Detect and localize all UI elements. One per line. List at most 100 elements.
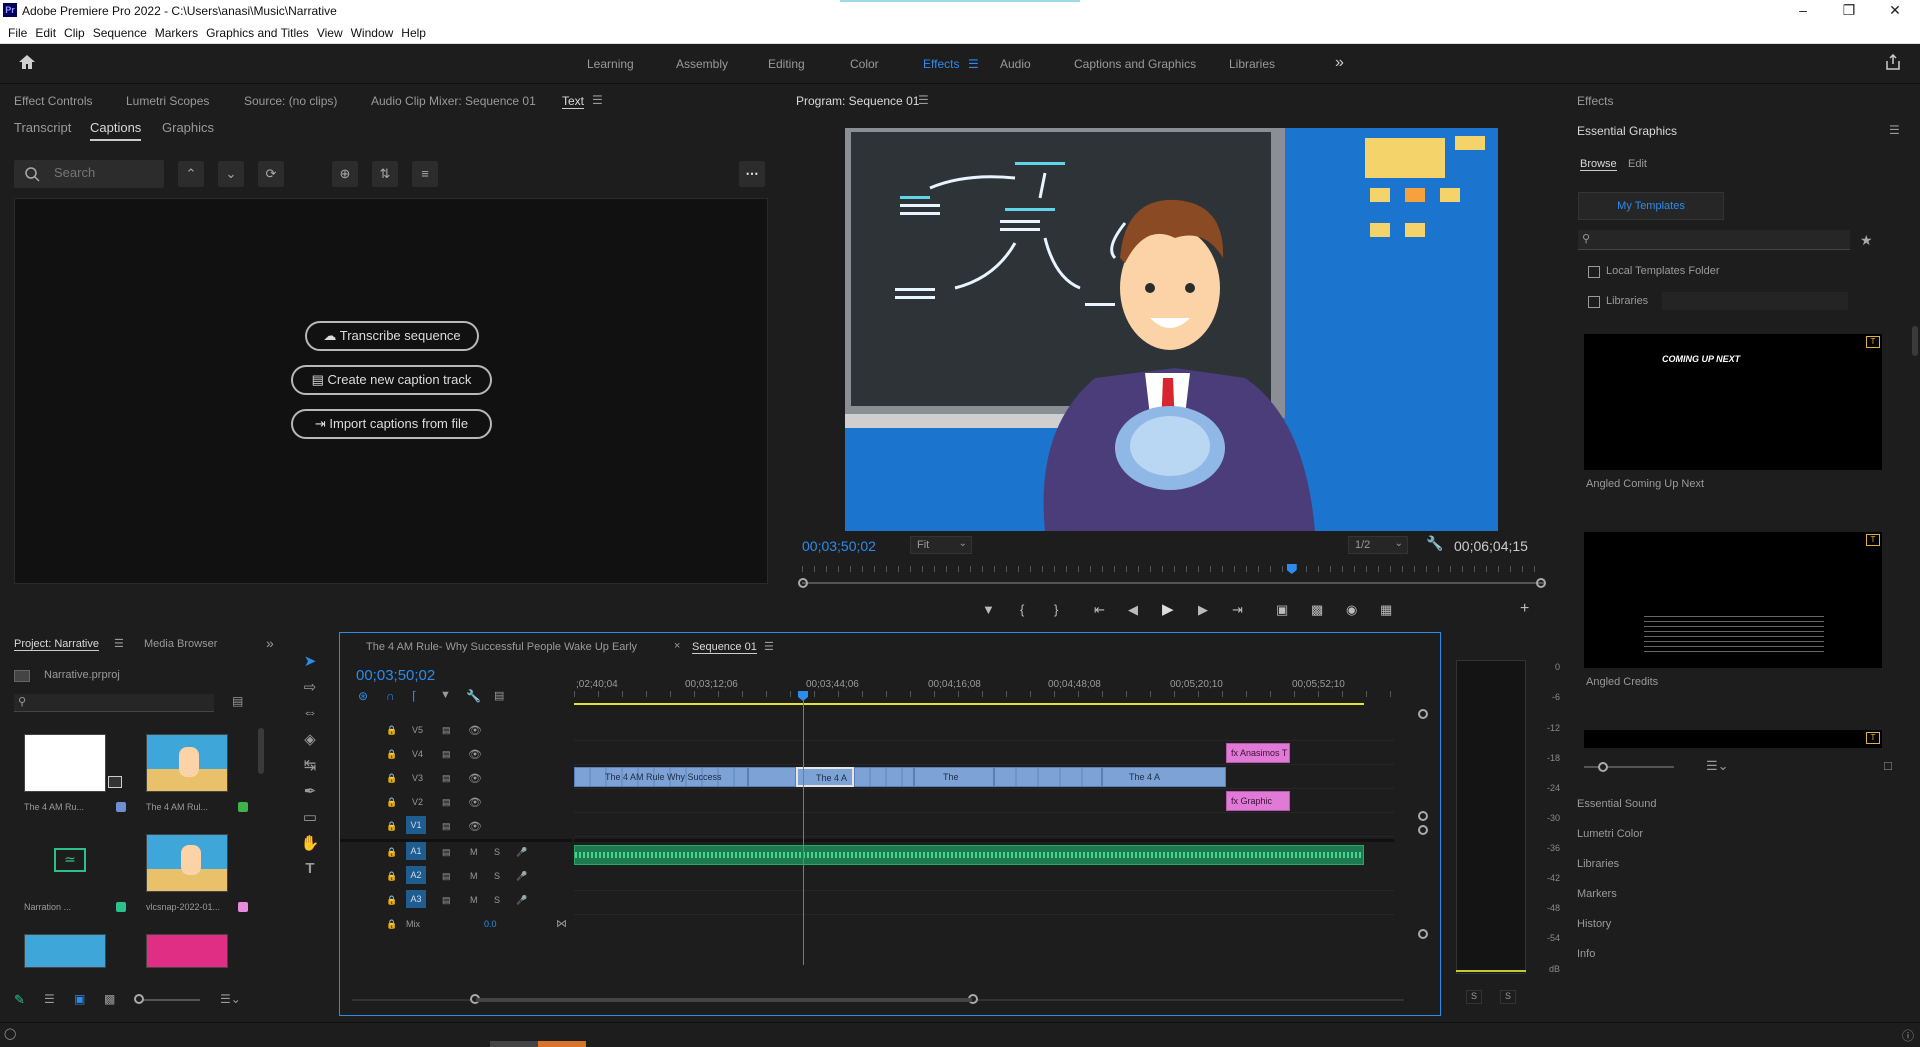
sync-lock-icon[interactable]: ▤ bbox=[442, 773, 451, 784]
workspace-editing[interactable]: Editing bbox=[768, 57, 805, 71]
project-item-thumb[interactable] bbox=[24, 734, 106, 792]
captions-search[interactable] bbox=[14, 160, 164, 188]
workspace-overflow-icon[interactable]: » bbox=[1335, 54, 1344, 72]
local-templates-checkbox[interactable] bbox=[1588, 266, 1600, 278]
scroll-thumb[interactable] bbox=[476, 998, 972, 1002]
solo-button[interactable]: S bbox=[494, 847, 500, 857]
mark-out-icon[interactable]: } bbox=[1054, 602, 1058, 617]
track-target-v1[interactable]: V1 bbox=[406, 816, 426, 834]
sync-lock-icon[interactable]: ▤ bbox=[442, 821, 451, 832]
lock-icon[interactable]: 🔒 bbox=[386, 871, 397, 882]
menu-graphics[interactable]: Graphics and Titles bbox=[206, 22, 309, 44]
close-icon[interactable]: ✕ bbox=[1872, 0, 1918, 22]
lock-icon[interactable]: 🔒 bbox=[386, 895, 397, 906]
workspace-color[interactable]: Color bbox=[850, 57, 879, 71]
workspace-libraries[interactable]: Libraries bbox=[1229, 57, 1275, 71]
tab-media-browser[interactable]: Media Browser bbox=[144, 638, 217, 650]
audio-clip-a1[interactable] bbox=[574, 845, 1364, 865]
transcribe-sequence-button[interactable]: ☁ Transcribe sequence bbox=[305, 321, 479, 351]
scrub-start-handle[interactable] bbox=[798, 578, 808, 588]
text-panel-menu-icon[interactable]: ☰ bbox=[592, 93, 603, 107]
slider-handle[interactable] bbox=[134, 994, 144, 1004]
lock-icon[interactable]: 🔒 bbox=[386, 797, 397, 808]
hand-tool-icon[interactable]: ✋ bbox=[300, 834, 320, 852]
mute-button[interactable]: M bbox=[470, 871, 478, 881]
nest-toggle-icon[interactable]: ⊛ bbox=[358, 689, 368, 703]
export-frame-icon[interactable]: ◉ bbox=[1346, 602, 1357, 618]
close-tab-icon[interactable]: × bbox=[674, 640, 680, 652]
step-back-icon[interactable]: ◀ bbox=[1128, 602, 1138, 618]
sync-lock-icon[interactable]: ▤ bbox=[442, 847, 451, 858]
tab-transcript[interactable]: Transcript bbox=[14, 120, 71, 135]
clip-v3-5[interactable]: The bbox=[914, 767, 994, 787]
lock-icon[interactable]: 🔒 bbox=[386, 821, 397, 832]
eye-icon[interactable]: 👁 bbox=[468, 724, 482, 737]
tab-text[interactable]: Text bbox=[562, 94, 585, 109]
menu-file[interactable]: File bbox=[8, 22, 27, 44]
more-options-icon[interactable]: ⋯ bbox=[739, 161, 765, 187]
mix-end-icon[interactable]: ⋈ bbox=[556, 917, 567, 930]
timeline-settings-icon[interactable]: 🔧 bbox=[466, 689, 481, 703]
template-card-credits[interactable] bbox=[1584, 532, 1882, 668]
tab-sequence-01[interactable]: Sequence 01 bbox=[692, 641, 757, 654]
tab-lumetri-scopes[interactable]: Lumetri Scopes bbox=[126, 94, 209, 108]
menu-view[interactable]: View bbox=[317, 22, 343, 44]
timeline-playhead-handle[interactable] bbox=[798, 691, 808, 701]
sync-lock-icon[interactable]: ▤ bbox=[442, 725, 451, 736]
label-color-swatch[interactable] bbox=[238, 902, 248, 912]
ripple-edit-tool-icon[interactable]: ⇔ bbox=[300, 704, 320, 721]
tab-audio-clip-mixer[interactable]: Audio Clip Mixer: Sequence 01 bbox=[371, 94, 536, 108]
step-forward-icon[interactable]: ▶ bbox=[1198, 602, 1208, 618]
program-timecode[interactable]: 00;03;50;02 bbox=[802, 538, 876, 554]
section-essential-sound[interactable]: Essential Sound bbox=[1577, 798, 1657, 810]
pencil-icon[interactable]: ✎ bbox=[14, 992, 25, 1008]
libraries-select[interactable] bbox=[1662, 292, 1848, 310]
menu-sequence[interactable]: Sequence bbox=[93, 22, 147, 44]
track-target-a2[interactable]: A2 bbox=[406, 866, 426, 884]
workspace-audio[interactable]: Audio bbox=[1000, 57, 1031, 71]
captions-display-icon[interactable]: ▤ bbox=[494, 689, 504, 702]
prev-caption-icon[interactable]: ⌃ bbox=[178, 161, 204, 187]
project-item-thumb[interactable] bbox=[146, 934, 228, 968]
workspace-captions-graphics[interactable]: Captions and Graphics bbox=[1074, 57, 1196, 71]
eg-menu-icon[interactable]: ☰ bbox=[1889, 123, 1900, 137]
mute-button[interactable]: M bbox=[470, 895, 478, 905]
list-view-icon[interactable]: ☰ bbox=[44, 992, 55, 1006]
sync-lock-icon[interactable]: ▤ bbox=[442, 749, 451, 760]
clip-v3-4[interactable] bbox=[854, 767, 914, 787]
go-to-in-icon[interactable]: ⇤ bbox=[1094, 602, 1105, 618]
extract-icon[interactable]: ▩ bbox=[1311, 602, 1323, 618]
clip-graphic[interactable]: fx Graphic bbox=[1226, 791, 1290, 811]
mute-button[interactable]: M bbox=[470, 847, 478, 857]
section-markers[interactable]: Markers bbox=[1577, 888, 1617, 900]
label-color-swatch[interactable] bbox=[116, 902, 126, 912]
split-caption-icon[interactable]: ⇅ bbox=[372, 161, 398, 187]
restore-icon[interactable]: ❐ bbox=[1826, 0, 1872, 22]
program-scrub-bar[interactable] bbox=[802, 582, 1544, 584]
sort-icon[interactable]: ☰⌄ bbox=[220, 992, 241, 1006]
workspace-assembly[interactable]: Assembly bbox=[676, 57, 728, 71]
selection-tool-icon[interactable]: ➤ bbox=[300, 652, 320, 670]
project-item-thumb[interactable]: ≃ bbox=[24, 832, 106, 890]
new-item-icon[interactable]: □ bbox=[1884, 758, 1892, 773]
solo-button[interactable]: S bbox=[494, 871, 500, 881]
eye-icon[interactable]: 👁 bbox=[468, 820, 482, 833]
eye-icon[interactable]: 👁 bbox=[468, 748, 482, 761]
solo-button[interactable]: S bbox=[494, 895, 500, 905]
clip-anasimos[interactable]: fx Anasimos T bbox=[1226, 743, 1290, 763]
clip-v3-6[interactable] bbox=[994, 767, 1102, 787]
tab-edit[interactable]: Edit bbox=[1628, 158, 1647, 170]
vertical-zoom-handle[interactable] bbox=[1418, 825, 1428, 835]
project-scrollbar[interactable] bbox=[258, 728, 264, 774]
menu-markers[interactable]: Markers bbox=[155, 22, 198, 44]
lock-icon[interactable]: 🔒 bbox=[386, 725, 397, 736]
solo-left-button[interactable]: S bbox=[1466, 990, 1482, 1004]
snap-icon[interactable]: ∩ bbox=[386, 689, 395, 703]
work-area-bar[interactable] bbox=[574, 703, 1364, 705]
tab-captions[interactable]: Captions bbox=[90, 120, 142, 141]
next-caption-icon[interactable]: ⌄ bbox=[218, 161, 244, 187]
track-target-a1[interactable]: A1 bbox=[406, 842, 426, 860]
lift-icon[interactable]: ▣ bbox=[1276, 602, 1288, 618]
mic-icon[interactable]: 🎤 bbox=[516, 847, 527, 858]
wrench-icon[interactable]: 🔧 bbox=[1426, 535, 1443, 552]
